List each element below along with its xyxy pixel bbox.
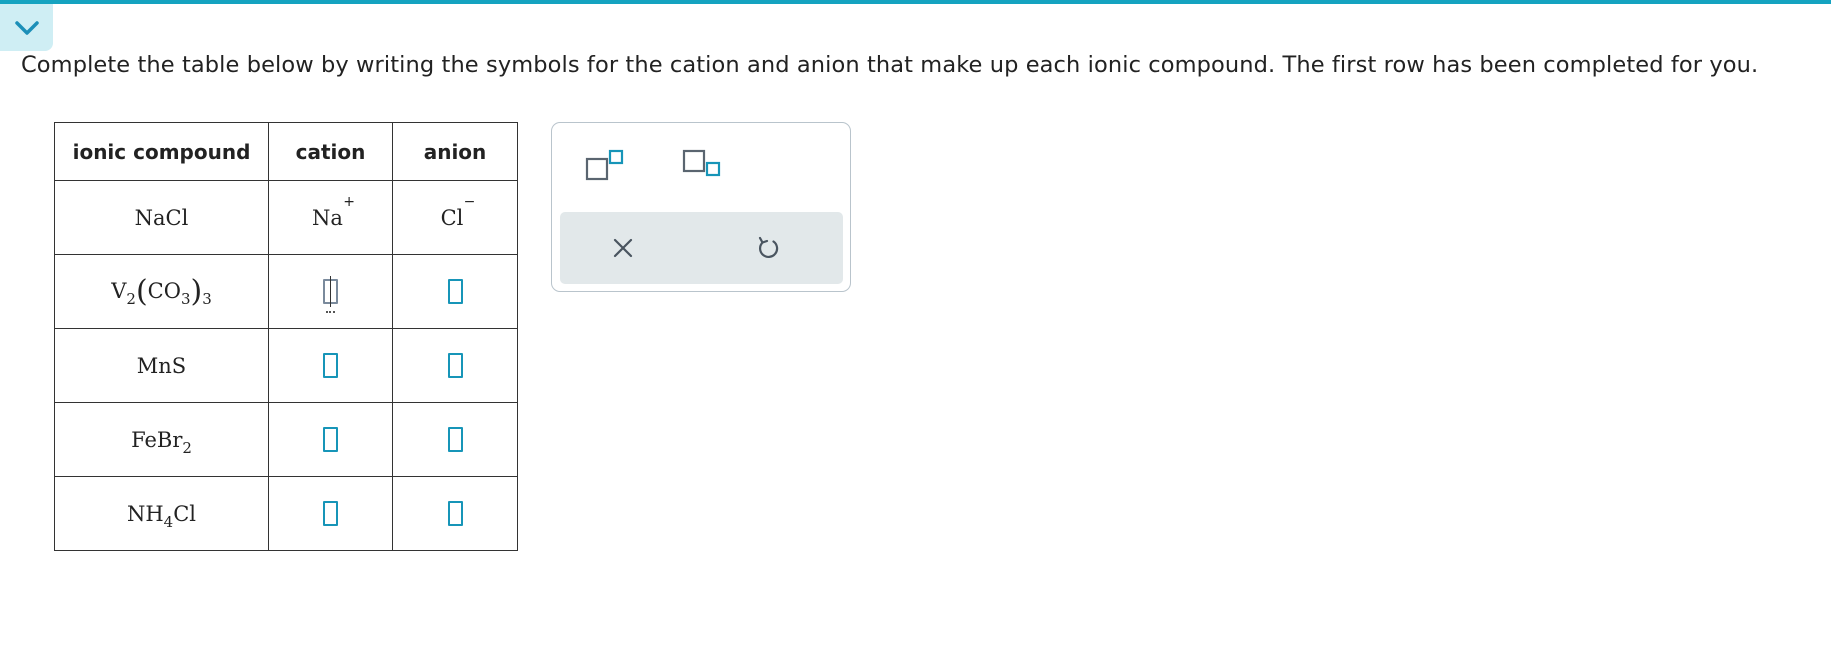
ion-charge: −: [463, 193, 476, 210]
formula-part: V: [111, 279, 127, 303]
ionic-compound-table: ionic compound cation anion NaCl Na + Cl −…: [54, 122, 518, 551]
undo-icon: [758, 236, 779, 258]
compound-formula: NH4Cl: [126, 501, 197, 530]
ion-symbol: Na: [312, 205, 343, 230]
anion-cell: [392, 254, 518, 329]
table-row: MnS: [54, 328, 518, 403]
formula-subscript: 2: [126, 290, 136, 308]
formula-part: FeBr: [131, 427, 183, 452]
anion-cell: [392, 402, 518, 477]
table-row: V2(CO3)3: [54, 254, 518, 329]
subscript-tool-icon: [682, 149, 721, 177]
close-icon: [613, 238, 633, 258]
formula-part: CO: [147, 279, 181, 303]
instructions-text: Complete the table below by writing the …: [21, 52, 1759, 78]
table-row: FeBr2: [54, 402, 518, 477]
action-bar: [560, 212, 843, 284]
header-anion: anion: [392, 122, 518, 181]
formula-part: NaCl: [134, 205, 189, 230]
formula-paren: ): [190, 274, 203, 309]
formula-part: Cl: [173, 501, 197, 526]
clear-button[interactable]: [605, 230, 641, 266]
chevron-down-icon: [14, 20, 39, 35]
formula-subscript: 3: [202, 290, 212, 308]
header-ionic-compound: ionic compound: [54, 122, 269, 181]
compound-formula: FeBr2: [131, 427, 192, 456]
cation-input[interactable]: [323, 276, 338, 313]
compound-cell: NaCl: [54, 180, 269, 255]
anion-cell: [392, 328, 518, 403]
cation-cell: [268, 476, 393, 551]
undo-button[interactable]: [750, 230, 786, 266]
anion-symbol: Cl −: [440, 194, 476, 230]
compound-cell: V2(CO3)3: [54, 254, 269, 329]
math-toolbox: [551, 122, 851, 292]
ion-charge: +: [343, 193, 355, 210]
formula-paren: (: [135, 274, 148, 309]
cation-cell: [268, 402, 393, 477]
anion-cell: Cl −: [392, 180, 518, 255]
anion-input[interactable]: [447, 279, 463, 304]
anion-input[interactable]: [447, 427, 463, 452]
cation-input[interactable]: [323, 427, 338, 452]
subscript-button[interactable]: [681, 147, 725, 187]
table-row: NH4Cl: [54, 476, 518, 551]
superscript-button[interactable]: [584, 147, 628, 187]
compound-formula: NaCl: [135, 206, 189, 230]
top-accent-bar: [0, 0, 1831, 4]
anion-input[interactable]: [447, 353, 463, 378]
formula-subscript: 3: [180, 290, 191, 308]
cation-symbol: Na +: [312, 194, 355, 230]
formula-part: MnS: [136, 353, 187, 378]
header-cation: cation: [268, 122, 393, 181]
compound-formula: MnS: [137, 354, 186, 378]
cation-cell: [268, 328, 393, 403]
table-row: NaCl Na + Cl −: [54, 180, 518, 255]
anion-input[interactable]: [447, 501, 463, 526]
superscript-tool-icon: [585, 149, 624, 181]
cation-input[interactable]: [323, 501, 338, 526]
compound-cell: MnS: [54, 328, 269, 403]
cation-input[interactable]: [323, 353, 338, 378]
anion-cell: [392, 476, 518, 551]
compound-cell: FeBr2: [54, 402, 269, 477]
cation-cell: [268, 254, 393, 329]
formula-subscript: 2: [182, 438, 192, 457]
compound-cell: NH4Cl: [54, 476, 269, 551]
ion-symbol: Cl: [440, 205, 464, 230]
compound-formula: V2(CO3)3: [111, 274, 212, 309]
formula-part: NH: [126, 501, 164, 526]
collapse-toggle[interactable]: [0, 4, 53, 51]
formula-subscript: 4: [163, 512, 174, 531]
cation-cell: Na +: [268, 180, 393, 255]
